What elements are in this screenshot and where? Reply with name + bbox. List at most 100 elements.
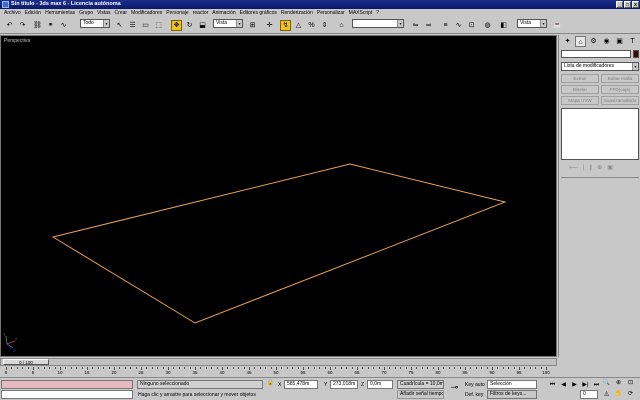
ffd-box-button[interactable]: FFD(caja) [601,85,639,94]
x-coordinate-field[interactable]: 585,478m [284,380,318,389]
uvw-map-button[interactable]: Mapa UVW [561,96,599,105]
named-selection-dropdown[interactable]: ▾ [352,19,404,28]
bind-spacewarp-icon[interactable]: ∿ [58,20,69,31]
meshsmooth-button[interactable]: Suavizamallado [601,96,639,105]
edit-mesh-button[interactable]: Editar malla [601,74,639,83]
extrude-button[interactable]: Extruir [561,74,599,83]
menu-item-7[interactable]: Personaje [164,10,191,16]
set-key-icon[interactable]: ⊸ [448,383,461,392]
material-editor-icon[interactable]: ◍ [482,20,493,31]
select-scale-icon[interactable]: ⬓ [197,20,208,31]
remove-modifier-icon[interactable]: ⊕ [597,163,602,173]
spinner-snap-icon[interactable]: ⇕ [319,20,330,31]
modifier-stack[interactable] [561,108,639,160]
create-tab-icon[interactable]: ✦ [562,36,573,47]
maxscript-input[interactable] [1,390,133,399]
modifier-list-dropdown[interactable]: Lista de modificadores ▾ [561,62,639,71]
menu-item-11[interactable]: Renderización [279,10,315,16]
utilities-tab-icon[interactable]: T [627,36,638,47]
bevel-button[interactable]: Biselar [561,85,599,94]
menu-item-2[interactable]: Herramientas [43,10,77,16]
redo-icon[interactable]: ↷ [17,20,28,31]
layer-icon[interactable]: ≡ [440,20,451,31]
menu-item-10[interactable]: Editores gráficos [238,10,279,16]
track-bar-ruler[interactable]: 0 5 10 15 20 25 30 35 40 45 50 55 60 65 70 75 80 85 90 95 10… [5,367,550,377]
menu-item-1[interactable]: Edición [23,10,43,16]
previous-frame-icon[interactable]: ◀ [559,381,568,390]
zoom-extents-icon[interactable]: ⊡ [626,379,635,388]
display-tab-icon[interactable]: ▣ [614,36,625,47]
key-selection-dropdown[interactable]: Selección [487,380,537,389]
menu-item-0[interactable]: Archivo [2,10,23,16]
undo-icon[interactable]: ↶ [4,20,15,31]
reference-coord-dropdown[interactable]: Vista ▾ [213,19,243,28]
y-coordinate-field[interactable]: 273,018m [330,380,358,389]
pivot-icon[interactable]: ⊞ [247,20,258,31]
select-by-name-icon[interactable]: ☰ [127,20,138,31]
key-filters-button[interactable]: Filtros de keys... [487,390,537,399]
quick-render-icon[interactable]: ☕ [552,20,563,31]
edit-named-selection-icon[interactable]: ⌂ [336,20,347,31]
select-object-icon[interactable]: ↖ [114,20,125,31]
schematic-icon[interactable]: ⊡ [466,20,477,31]
next-frame-icon[interactable]: ▶| [581,381,590,390]
menu-item-9[interactable]: Animación [210,10,237,16]
show-end-result-icon[interactable]: | [583,163,585,173]
modify-tab-icon[interactable]: ⌂ [575,36,586,47]
menu-item-3[interactable]: Grupo [77,10,95,16]
configure-modifier-sets-icon[interactable]: ▣ [607,163,613,173]
pin-stack-icon[interactable]: ⟵ [569,163,578,173]
render-scene-icon[interactable]: ◧ [498,20,509,31]
time-slider[interactable]: 0 / 100 [0,358,557,366]
auto-key-button[interactable]: Key auto [465,382,485,388]
field-of-view-icon[interactable]: ◬ [602,390,611,399]
maxscript-listener-mini[interactable] [1,380,133,389]
arc-rotate-icon[interactable]: ⟳ [626,390,635,399]
go-to-start-icon[interactable]: ⏮ [548,381,557,390]
select-link-icon[interactable]: ⛓ [32,20,43,31]
crossing-icon[interactable]: ⬚ [153,20,164,31]
region-select-icon[interactable]: ▭ [140,20,151,31]
play-icon[interactable]: ▶ [570,381,579,390]
angle-snap-icon[interactable]: △ [293,20,304,31]
menu-item-12[interactable]: Personalizar [315,10,347,16]
z-coordinate-field[interactable]: 0,0m [367,380,393,389]
go-to-end-icon[interactable]: ⏭ [592,381,601,390]
lock-selection-icon[interactable]: 🔒 [266,379,275,388]
align-icon[interactable]: ⫤ [423,20,434,31]
render-view-dropdown[interactable]: Vista ▾ [517,19,547,28]
ruler-tick [281,367,283,369]
menu-item-14[interactable]: ? [374,10,381,16]
menu-item-8[interactable]: reactor [191,10,211,16]
unlink-icon[interactable]: ⚭ [45,20,56,31]
maximize-button[interactable]: □ [624,1,631,8]
percent-snap-icon[interactable]: % [306,20,317,31]
snap-toggle-icon[interactable]: ↯ [280,20,291,31]
menu-item-6[interactable]: Modificadores [129,10,164,16]
pan-icon[interactable]: ✋ [614,390,623,399]
menu-item-4[interactable]: Vistas [95,10,113,16]
zoom-all-icon[interactable]: ⊕ [614,379,623,388]
zoom-icon[interactable]: 🔍 [602,379,611,388]
curve-editor-icon[interactable]: ∿ [453,20,464,31]
time-slider-thumb[interactable]: 0 / 100 [3,359,49,365]
motion-tab-icon[interactable]: ◉ [601,36,612,47]
menu-item-13[interactable]: MAXScript [347,10,375,16]
selection-filter-dropdown[interactable]: Todo ▾ [80,19,110,28]
make-unique-icon[interactable]: ∥ [589,163,592,173]
object-name-field[interactable] [561,50,631,58]
select-rotate-icon[interactable]: ↻ [184,20,195,31]
object-color-swatch[interactable] [633,50,639,58]
current-frame-field[interactable]: 0 [580,390,598,399]
add-time-tag-button[interactable]: Añadir señal tiempo [397,390,444,399]
mirror-icon[interactable]: ⇋ [410,20,421,31]
close-button[interactable]: x [632,1,639,8]
select-move-icon[interactable]: ✥ [171,20,182,31]
select-manipulate-icon[interactable]: ✛ [264,20,275,31]
minimize-button[interactable]: _ [616,1,623,8]
plane-object[interactable] [51,163,507,324]
set-key-button[interactable]: Def. key [465,392,483,398]
hierarchy-tab-icon[interactable]: ⚙ [588,36,599,47]
menu-item-5[interactable]: Crear [113,10,130,16]
perspective-viewport[interactable]: Perspectiva X Y Z [0,35,557,357]
